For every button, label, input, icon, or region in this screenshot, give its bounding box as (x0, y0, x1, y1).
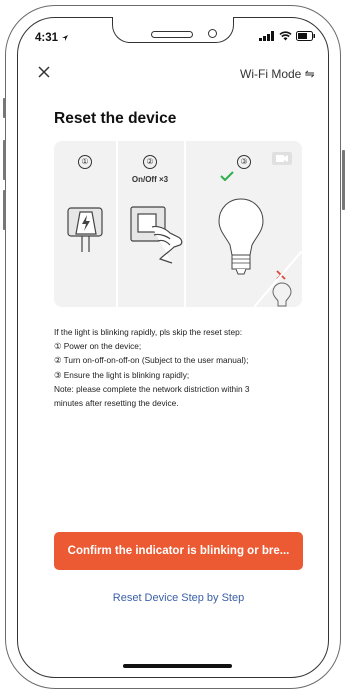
on-off-caption: On/Off ×3 (131, 175, 169, 184)
wifi-mode-switch[interactable]: Wi-Fi Mode ⇋ (240, 67, 315, 81)
diagonal-divider (254, 251, 302, 307)
instructions: If the light is blinking rapidly, pls sk… (54, 325, 314, 410)
status-icons (259, 31, 316, 41)
instruction-line: If the light is blinking rapidly, pls sk… (54, 327, 243, 337)
confirm-blinking-label: Confirm the indicator is blinking or bre… (67, 545, 290, 557)
status-time: 4:31 (35, 32, 69, 44)
page-title: Reset the device (54, 110, 177, 127)
speaker (151, 31, 193, 38)
front-camera (208, 29, 217, 38)
instruction-line: ② Turn on-off-on-off-on (Subject to the … (54, 355, 249, 366)
confirm-blinking-button[interactable]: Confirm the indicator is blinking or bre… (54, 532, 303, 570)
volume-down-button (3, 190, 6, 230)
check-icon (220, 171, 234, 181)
location-arrow-icon (62, 34, 69, 41)
mute-switch (3, 98, 6, 118)
instruction-line: ③ Ensure the light is blinking rapidly; (54, 369, 190, 380)
instruction-line: minutes after resetting the device. (54, 398, 179, 409)
reset-illustration: ① ② On/Off ×3 ③ (54, 141, 302, 307)
volume-up-button (3, 140, 6, 180)
instruction-line: ① Power on the device; (54, 341, 142, 352)
home-indicator[interactable] (123, 664, 232, 668)
battery-icon (296, 31, 315, 41)
step-1-number: ① (55, 155, 115, 169)
step-3-number: ③ (214, 155, 274, 169)
step-2-number: ② (120, 155, 180, 169)
panel-divider (116, 141, 118, 307)
power-plug-icon (67, 207, 103, 252)
reset-step-by-step-link[interactable]: Reset Device Step by Step (54, 592, 303, 604)
wall-switch-icon (130, 206, 183, 264)
cellular-signal-icon (259, 31, 274, 41)
wifi-icon (279, 31, 292, 41)
close-icon[interactable] (38, 66, 50, 78)
instruction-line: Note: please complete the network distri… (54, 383, 250, 394)
close-button[interactable] (38, 65, 50, 83)
video-icon[interactable] (272, 152, 292, 165)
power-button (342, 150, 345, 210)
